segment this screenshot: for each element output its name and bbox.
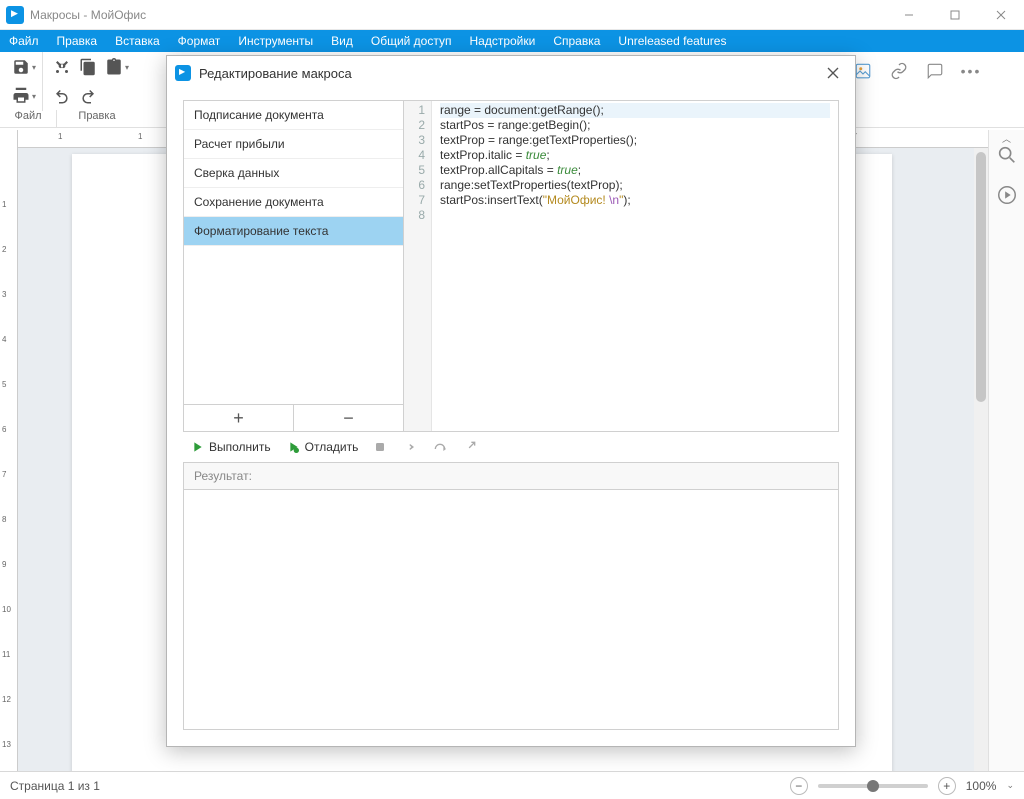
line-number: 7 bbox=[406, 193, 425, 208]
section-label-edit: Правка bbox=[57, 110, 137, 127]
section-label-file: Файл bbox=[0, 110, 56, 127]
maximize-button[interactable] bbox=[932, 0, 978, 30]
menu-edit[interactable]: Правка bbox=[48, 30, 107, 52]
ruler-tick: 3 bbox=[2, 290, 6, 299]
right-panel: ︿ bbox=[988, 130, 1024, 771]
step-out-button[interactable] bbox=[458, 437, 482, 457]
close-button[interactable] bbox=[978, 0, 1024, 30]
step-over-button[interactable] bbox=[428, 437, 452, 457]
macro-list-item[interactable]: Сверка данных bbox=[184, 159, 403, 188]
statusbar: Страница 1 из 1 − + 100% ⌄ bbox=[0, 771, 1024, 799]
ruler-tick: 10 bbox=[2, 605, 11, 614]
zoom-slider[interactable] bbox=[818, 784, 928, 788]
menu-tools[interactable]: Инструменты bbox=[229, 30, 322, 52]
comment-button[interactable] bbox=[922, 58, 948, 84]
remove-macro-button[interactable]: − bbox=[294, 405, 403, 431]
menu-help[interactable]: Справка bbox=[544, 30, 609, 52]
line-number: 4 bbox=[406, 148, 425, 163]
ruler-tick: 11 bbox=[2, 650, 10, 659]
ruler-tick: 12 bbox=[2, 695, 11, 704]
line-number: 5 bbox=[406, 163, 425, 178]
zoom-value: 100% bbox=[966, 779, 997, 793]
menu-share[interactable]: Общий доступ bbox=[362, 30, 461, 52]
zoom-dropdown-caret-icon[interactable]: ⌄ bbox=[1006, 780, 1014, 791]
ruler-tick: 1 bbox=[2, 200, 6, 209]
debug-toolbar: Выполнить Отладить bbox=[183, 432, 839, 462]
menu-format[interactable]: Формат bbox=[169, 30, 230, 52]
line-number: 6 bbox=[406, 178, 425, 193]
redo-button[interactable] bbox=[75, 83, 101, 109]
result-area bbox=[183, 489, 839, 730]
cut-button[interactable] bbox=[49, 54, 75, 80]
line-number: 2 bbox=[406, 118, 425, 133]
link-button[interactable] bbox=[886, 58, 912, 84]
macro-list-item[interactable]: Расчет прибыли bbox=[184, 130, 403, 159]
dialog-titlebar: Редактирование макроса bbox=[167, 56, 855, 90]
ruler-tick: 4 bbox=[2, 335, 6, 344]
window-title: Макросы - МойОфис bbox=[30, 8, 146, 22]
line-number: 8 bbox=[406, 208, 425, 223]
line-number: 3 bbox=[406, 133, 425, 148]
macro-list-item[interactable]: Сохранение документа bbox=[184, 188, 403, 217]
panel-collapse-icon[interactable]: ︿ bbox=[1002, 132, 1011, 145]
paste-button[interactable] bbox=[101, 54, 127, 80]
macro-list-item[interactable]: Форматирование текста bbox=[184, 217, 403, 246]
scrollbar-thumb[interactable] bbox=[976, 152, 986, 402]
zoom-out-button[interactable]: − bbox=[790, 777, 808, 795]
ruler-tick: 6 bbox=[2, 425, 6, 434]
menu-insert[interactable]: Вставка bbox=[106, 30, 169, 52]
run-button[interactable]: Выполнить bbox=[185, 437, 275, 457]
dialog-title: Редактирование макроса bbox=[199, 66, 352, 81]
vertical-ruler: 1 2 3 4 5 6 7 8 9 10 11 12 13 bbox=[0, 130, 18, 771]
page-info: Страница 1 из 1 bbox=[10, 779, 100, 793]
minimize-button[interactable] bbox=[886, 0, 932, 30]
code-content[interactable]: range = document:getRange();startPos = r… bbox=[432, 101, 838, 431]
undo-button[interactable] bbox=[49, 83, 75, 109]
app-icon bbox=[6, 6, 24, 24]
copy-button[interactable] bbox=[75, 54, 101, 80]
macro-list: Подписание документа Расчет прибыли Свер… bbox=[184, 101, 404, 431]
menu-unreleased[interactable]: Unreleased features bbox=[609, 30, 735, 52]
menu-addons[interactable]: Надстройки bbox=[460, 30, 544, 52]
ruler-tick: 1 bbox=[58, 132, 62, 141]
ruler-tick: 7 bbox=[2, 470, 6, 479]
zoom-in-button[interactable]: + bbox=[938, 777, 956, 795]
zoom-slider-knob[interactable] bbox=[867, 780, 879, 792]
dialog-app-icon bbox=[175, 65, 191, 81]
result-label: Результат: bbox=[183, 462, 839, 489]
debug-button[interactable]: Отладить bbox=[281, 437, 363, 457]
line-number: 1 bbox=[406, 103, 425, 118]
ruler-tick: 2 bbox=[2, 245, 6, 254]
play-panel-button[interactable] bbox=[996, 184, 1018, 206]
code-gutter: 1 2 3 4 5 6 7 8 bbox=[404, 101, 432, 431]
more-button[interactable]: ••• bbox=[958, 58, 984, 84]
menubar: Файл Правка Вставка Формат Инструменты В… bbox=[0, 30, 1024, 52]
save-button[interactable] bbox=[8, 54, 34, 80]
search-panel-button[interactable] bbox=[996, 144, 1018, 166]
dialog-close-button[interactable] bbox=[819, 59, 847, 87]
zoom-control: − + 100% ⌄ bbox=[790, 777, 1014, 795]
add-macro-button[interactable]: + bbox=[184, 405, 294, 431]
right-toolbar: ••• bbox=[850, 58, 984, 84]
print-button[interactable] bbox=[8, 83, 34, 109]
ruler-tick: 13 bbox=[2, 740, 11, 749]
ruler-tick: 5 bbox=[2, 380, 6, 389]
ruler-tick: 9 bbox=[2, 560, 6, 569]
macro-list-item[interactable]: Подписание документа bbox=[184, 101, 403, 130]
code-editor[interactable]: 1 2 3 4 5 6 7 8 range = document:getRang… bbox=[404, 101, 838, 431]
window-titlebar: Макросы - МойОфис bbox=[0, 0, 1024, 30]
menu-file[interactable]: Файл bbox=[0, 30, 48, 52]
ruler-tick: 8 bbox=[2, 515, 6, 524]
macro-editor-dialog: Редактирование макроса Подписание докуме… bbox=[166, 55, 856, 747]
step-into-button[interactable] bbox=[398, 437, 422, 457]
vertical-scrollbar[interactable] bbox=[974, 148, 988, 771]
menu-view[interactable]: Вид bbox=[322, 30, 362, 52]
ruler-tick: 1 bbox=[138, 132, 142, 141]
stop-button[interactable] bbox=[368, 437, 392, 457]
